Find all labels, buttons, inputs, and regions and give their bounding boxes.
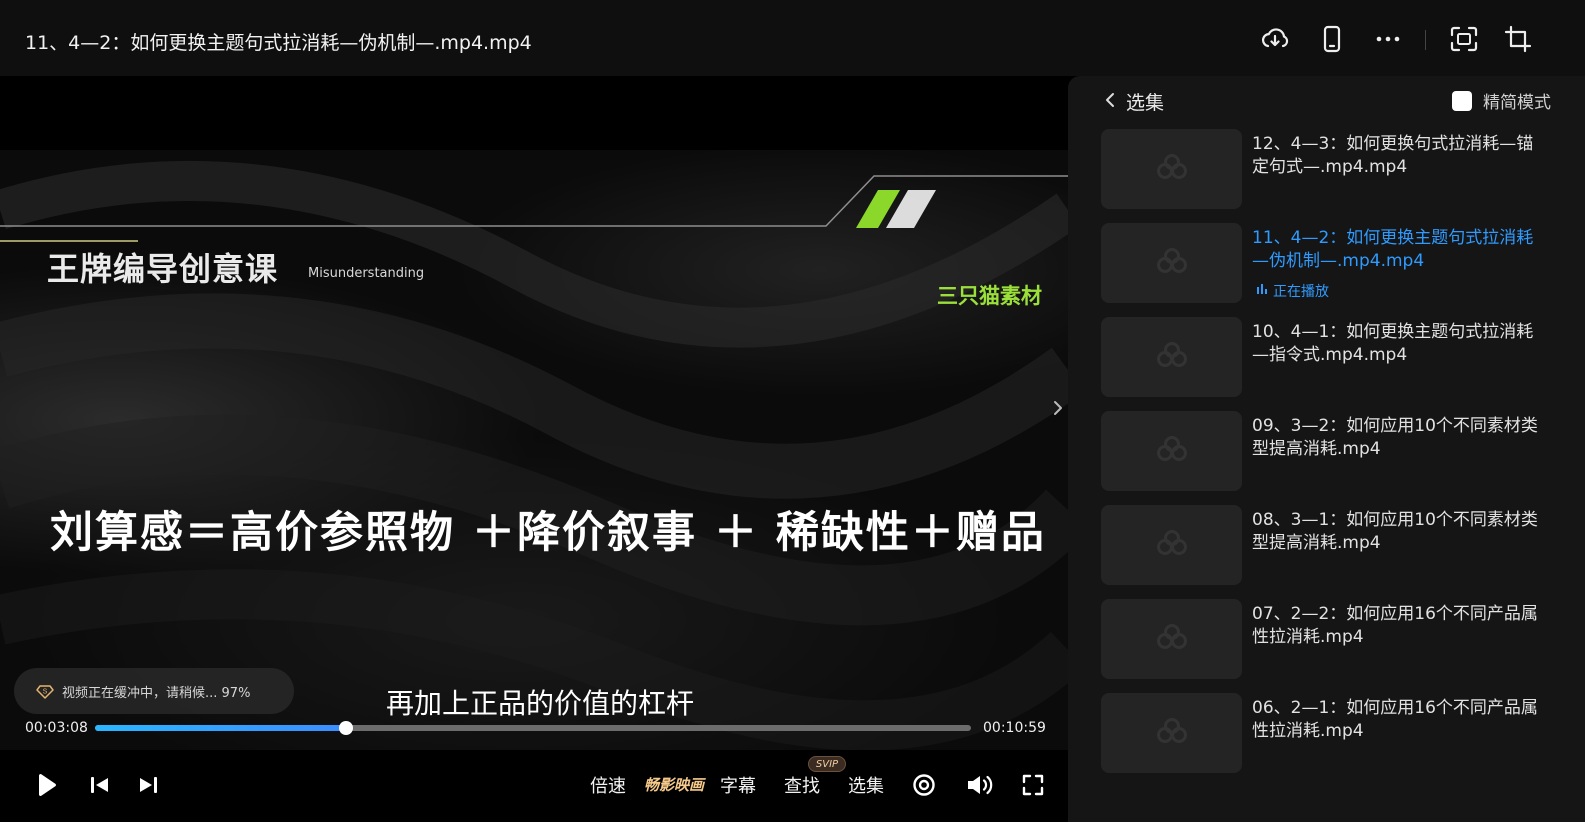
episodes-button[interactable]: 选集	[848, 772, 884, 798]
simple-mode-label: 精简模式	[1483, 93, 1551, 113]
speed-button[interactable]: 倍速	[590, 772, 626, 798]
cloud-placeholder-icon	[1152, 152, 1192, 186]
screen-cast-icon[interactable]	[1447, 22, 1481, 56]
subtitle-button[interactable]: 字幕	[720, 772, 756, 798]
next-icon[interactable]	[135, 770, 161, 800]
course-title: 王牌编导创意课	[47, 250, 279, 288]
total-time: 00:10:59	[983, 720, 1046, 736]
title-bar-divider	[1425, 30, 1426, 50]
video-player[interactable]: 王牌编导创意课 Misunderstanding 三只猫素材 刘算感＝高价参照物…	[0, 76, 1068, 822]
title-bar-actions	[1245, 0, 1585, 76]
episode-thumbnail	[1101, 505, 1242, 585]
episode-item[interactable]: 11、4—2：如何更换主题句式拉消耗—伪机制—.mp4.mp4 正在播放	[1101, 223, 1571, 303]
episode-item[interactable]: 06、2—1：如何应用16个不同产品属性拉消耗.mp4	[1101, 693, 1571, 773]
simple-mode-toggle[interactable]: 精简模式	[1452, 88, 1551, 113]
fullscreen-icon[interactable]	[1019, 770, 1047, 800]
chevron-left-icon[interactable]	[1102, 91, 1118, 109]
chevron-right-icon[interactable]	[1049, 398, 1067, 418]
title-bar: 11、4—2：如何更换主题句式拉消耗—伪机制—.mp4.mp4	[0, 0, 1585, 76]
episode-item[interactable]: 08、3—1：如何应用10个不同素材类型提高消耗.mp4	[1101, 505, 1571, 585]
settings-icon[interactable]	[910, 770, 938, 800]
simple-mode-checkbox[interactable]	[1452, 90, 1472, 111]
cloud-download-icon[interactable]	[1258, 22, 1292, 56]
episode-item[interactable]: 09、3—2：如何应用10个不同素材类型提高消耗.mp4	[1101, 411, 1571, 491]
episode-name: 12、4—3：如何更换句式拉消耗—锚定句式—.mp4.mp4	[1252, 134, 1534, 177]
mobile-icon[interactable]	[1315, 22, 1349, 56]
svip-badge: SVIP	[808, 756, 846, 772]
episode-thumbnail	[1101, 411, 1242, 491]
cloud-placeholder-icon	[1152, 246, 1192, 280]
current-time: 00:03:08	[25, 720, 88, 736]
episode-panel: 选集 精简模式 12、4—3：如何更换句式拉消耗—锚定句式—.mp4.mp4 11…	[1068, 76, 1585, 822]
crop-icon[interactable]	[1501, 22, 1535, 56]
progress-fill	[95, 725, 346, 731]
brand-watermark: 三只猫素材	[937, 284, 1042, 308]
episode-thumbnail	[1101, 129, 1242, 209]
find-button[interactable]: 查找	[784, 772, 820, 798]
more-icon[interactable]	[1371, 22, 1405, 56]
episode-name: 10、4—1：如何更换主题句式拉消耗—指令式.mp4.mp4	[1252, 322, 1534, 365]
episode-item[interactable]: 07、2—2：如何应用16个不同产品属性拉消耗.mp4	[1101, 599, 1571, 679]
episode-thumbnail	[1101, 223, 1242, 303]
background-waves	[0, 160, 1068, 750]
cloud-placeholder-icon	[1152, 716, 1192, 750]
player-controls: 倍速 畅影映画 字幕 SVIP 查找 选集	[0, 752, 1068, 822]
episode-item[interactable]: 12、4—3：如何更换句式拉消耗—锚定句式—.mp4.mp4	[1101, 129, 1571, 209]
previous-icon[interactable]	[87, 770, 113, 800]
episode-name: 09、3—2：如何应用10个不同素材类型提高消耗.mp4	[1252, 416, 1538, 459]
play-icon[interactable]	[33, 770, 59, 800]
progress-handle[interactable]	[338, 721, 353, 735]
video-subtitle: 再加上正品的价值的杠杆	[385, 687, 694, 720]
course-subtitle: Misunderstanding	[308, 266, 425, 281]
now-playing-indicator: 正在播放	[1256, 281, 1329, 301]
episode-item[interactable]: 10、4—1：如何更换主题句式拉消耗—指令式.mp4.mp4	[1101, 317, 1571, 397]
episode-thumbnail	[1101, 693, 1242, 773]
volume-icon[interactable]	[964, 770, 994, 800]
episode-name: 07、2—2：如何应用16个不同产品属性拉消耗.mp4	[1252, 604, 1538, 647]
cloud-placeholder-icon	[1152, 434, 1192, 468]
episode-panel-header: 选集 精简模式	[1068, 76, 1585, 122]
progress-bar[interactable]	[95, 721, 971, 735]
cloud-placeholder-icon	[1152, 528, 1192, 562]
cloud-placeholder-icon	[1152, 622, 1192, 656]
episode-thumbnail	[1101, 599, 1242, 679]
episode-name: 06、2—1：如何应用16个不同产品属性拉消耗.mp4	[1252, 698, 1538, 741]
cloud-placeholder-icon	[1152, 340, 1192, 374]
window-title: 11、4—2：如何更换主题句式拉消耗—伪机制—.mp4.mp4	[25, 32, 532, 54]
episode-name: 11、4—2：如何更换主题句式拉消耗—伪机制—.mp4.mp4	[1252, 228, 1534, 271]
episode-name: 08、3—1：如何应用10个不同素材类型提高消耗.mp4	[1252, 510, 1538, 553]
episode-panel-title[interactable]: 选集	[1126, 88, 1164, 115]
equalizer-icon	[1256, 283, 1273, 299]
slide-headline: 刘算感＝高价参照物 ＋降价叙事 ＋ 稀缺性＋赠品	[50, 508, 1046, 558]
episode-thumbnail	[1101, 317, 1242, 397]
feature-button[interactable]: 畅影映画	[644, 774, 704, 795]
video-frame: 王牌编导创意课 Misunderstanding 三只猫素材 刘算感＝高价参照物…	[0, 150, 1068, 750]
now-playing-label: 正在播放	[1273, 284, 1329, 300]
